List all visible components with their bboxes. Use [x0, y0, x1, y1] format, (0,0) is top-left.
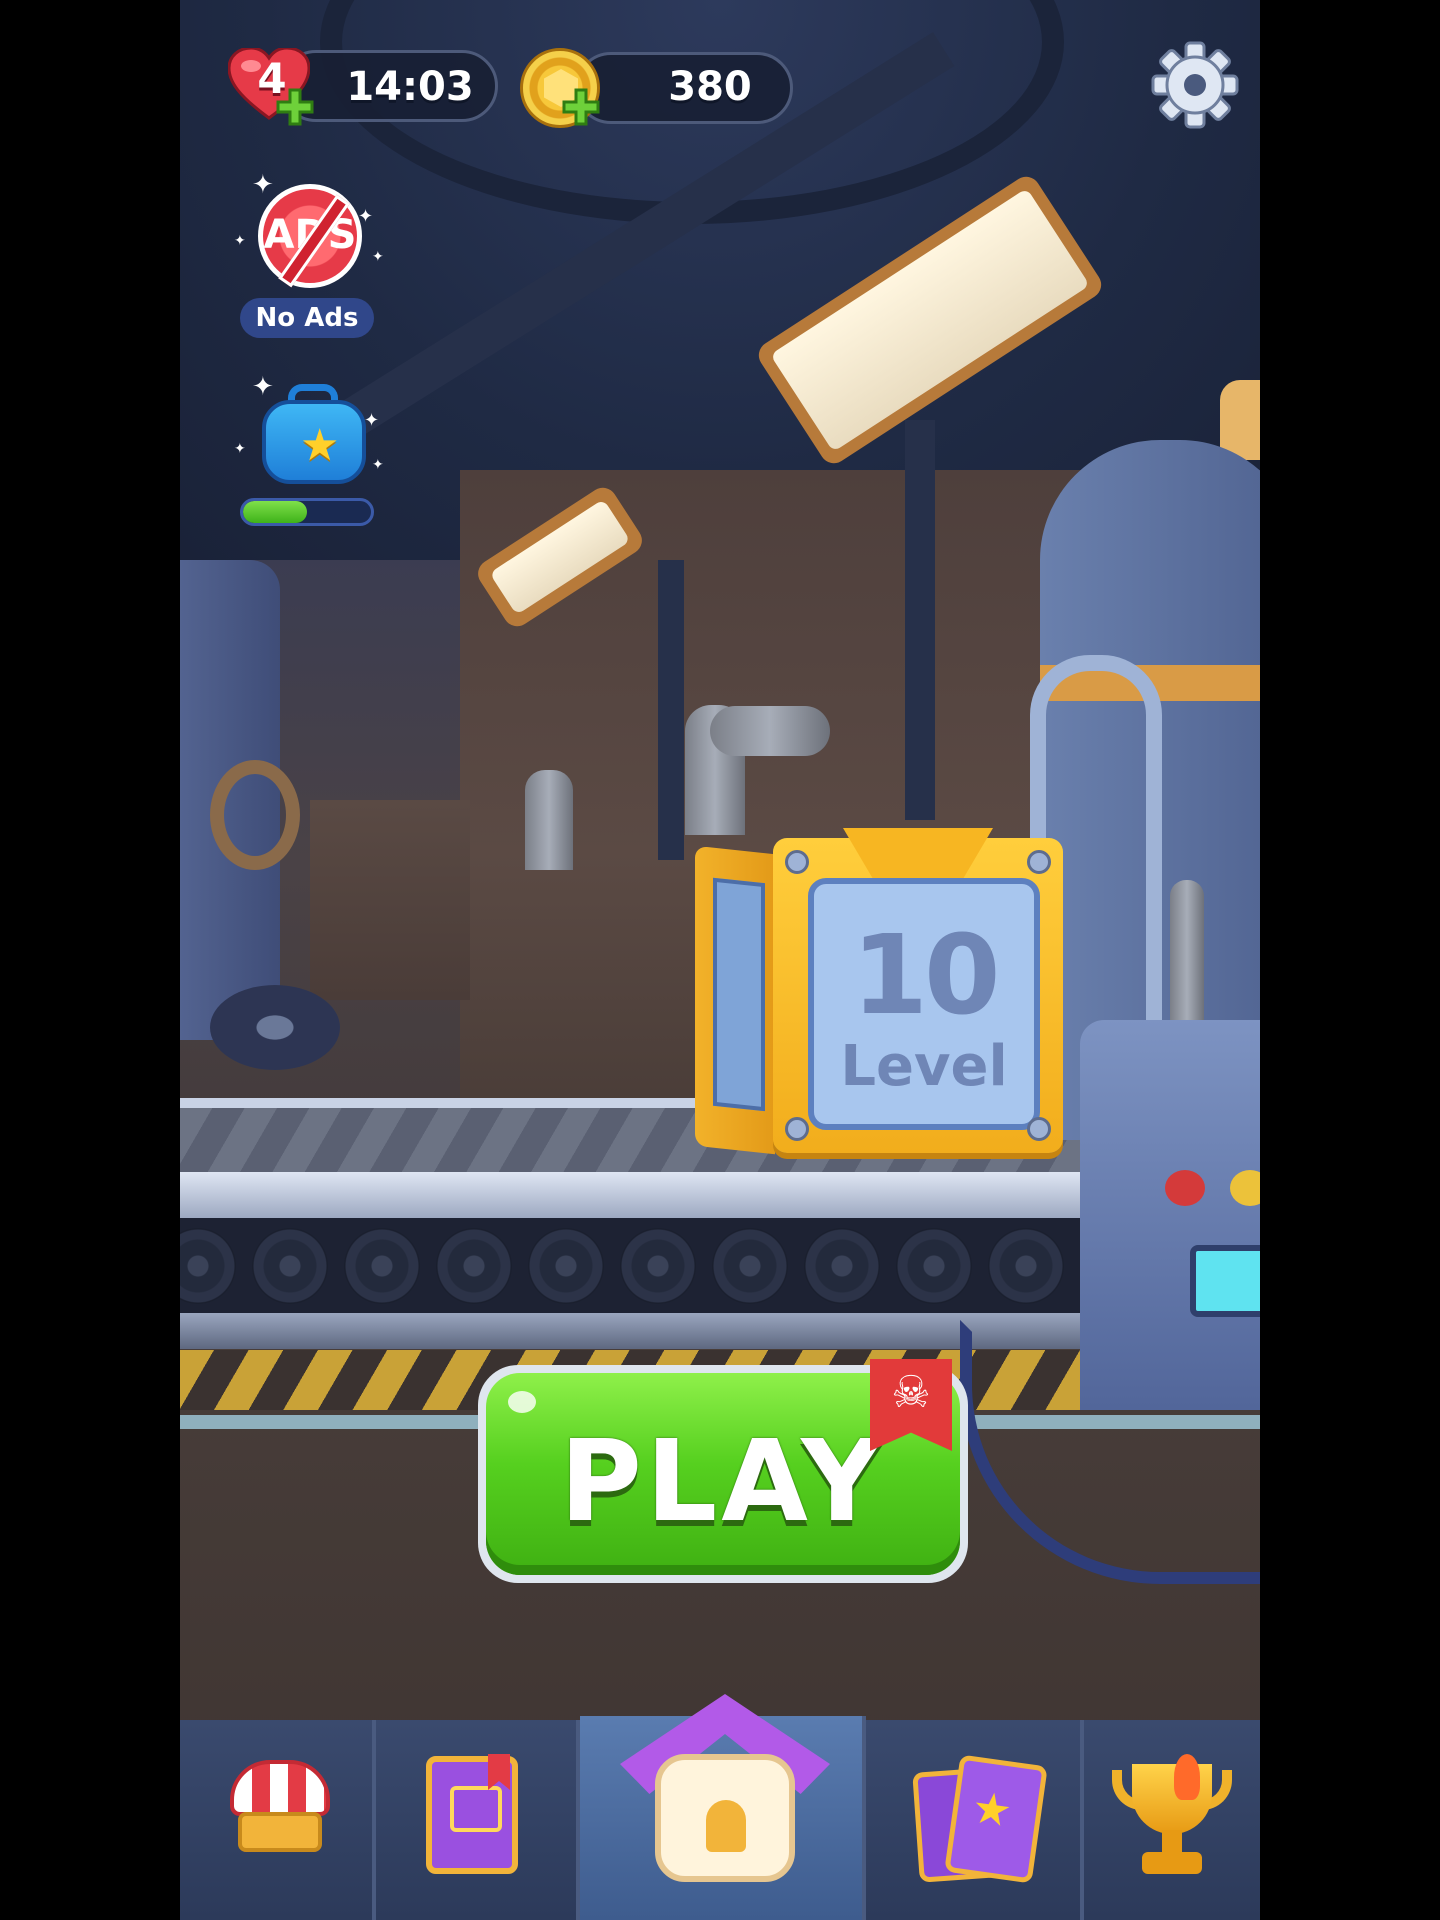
- chest-progress-bar: [240, 498, 374, 526]
- house-door: [706, 1800, 746, 1852]
- roller: [896, 1228, 972, 1304]
- cardboard-boxes: [310, 800, 470, 1000]
- cards-icon: ★: [912, 1754, 1048, 1884]
- crate-tab: [843, 828, 993, 884]
- bottom-nav: ★: [180, 1694, 1260, 1920]
- roller: [252, 1228, 328, 1304]
- trophy-base: [1142, 1852, 1202, 1874]
- level-label: Level: [840, 1034, 1008, 1099]
- nav-tab-home[interactable]: [580, 1694, 866, 1920]
- roller: [528, 1228, 604, 1304]
- star-icon: ★: [300, 420, 340, 471]
- machine-cap: [1220, 380, 1260, 460]
- life-timer: 14:03: [346, 64, 474, 110]
- pipe: [525, 770, 573, 870]
- nav-tab-cards[interactable]: ★: [866, 1720, 1084, 1920]
- coin-count: 380: [668, 64, 752, 110]
- shop-icon: [230, 1760, 330, 1816]
- add-lives-icon[interactable]: [276, 88, 314, 126]
- sparkle-icon: ✦: [252, 170, 274, 200]
- home-icon: [655, 1754, 795, 1882]
- sparkle-icon: ✦: [364, 410, 380, 431]
- sparkle-icon: ✦: [234, 233, 246, 249]
- roller: [804, 1228, 880, 1304]
- shop-counter: [238, 1812, 322, 1852]
- nav-tab-leaderboard[interactable]: [1084, 1720, 1260, 1920]
- roller: [988, 1228, 1064, 1304]
- conveyor-rail: [180, 1172, 1080, 1220]
- crate-face: 10 Level: [808, 878, 1040, 1130]
- rivet: [785, 1117, 809, 1141]
- tire: [210, 985, 340, 1070]
- flame-icon: [1174, 1754, 1200, 1800]
- star-icon: ★: [968, 1781, 1016, 1838]
- roller: [180, 1228, 236, 1304]
- trophy-stem: [1162, 1830, 1182, 1854]
- trophy-icon: [1132, 1764, 1212, 1834]
- add-coins-icon[interactable]: [562, 88, 600, 126]
- conveyor-rollers: [180, 1218, 1080, 1313]
- play-button[interactable]: PLAY ☠: [478, 1359, 968, 1583]
- sparkle-icon: ✦: [234, 441, 246, 457]
- sparkle-icon: ✦: [372, 249, 384, 265]
- red-button: [1165, 1170, 1205, 1206]
- chest-progress-fill: [243, 501, 307, 523]
- roller: [436, 1228, 512, 1304]
- sparkle-icon: ✦: [252, 372, 274, 402]
- bookmark-icon: [488, 1754, 510, 1790]
- album-icon: [426, 1754, 518, 1874]
- pipe: [710, 706, 830, 756]
- no-ads-offer[interactable]: ADS No Ads ✦ ✦ ✦ ✦: [234, 172, 384, 340]
- settings-gear-icon[interactable]: [1150, 40, 1240, 130]
- button-shine: [508, 1391, 536, 1413]
- rivet: [785, 850, 809, 874]
- roller: [712, 1228, 788, 1304]
- picture-icon: [450, 1786, 502, 1832]
- crate-side: [695, 845, 775, 1155]
- sparkle-icon: ✦: [372, 457, 384, 473]
- rivet: [1027, 1117, 1051, 1141]
- rivet: [1027, 850, 1051, 874]
- sparkle-icon: ✦: [358, 206, 374, 227]
- no-ads-label: No Ads: [240, 298, 374, 338]
- level-crate[interactable]: 10 Level: [695, 828, 1070, 1155]
- nav-tab-shop[interactable]: [180, 1720, 376, 1920]
- nav-tab-album[interactable]: [376, 1720, 580, 1920]
- roller: [620, 1228, 696, 1304]
- valve-wheel: [210, 760, 300, 870]
- wall-column: [658, 560, 684, 860]
- chest-reward[interactable]: ★ ✦ ✦ ✦ ✦: [234, 374, 384, 530]
- level-number: 10: [851, 911, 1000, 1039]
- game-screen: 10 Level 4 14:03 380 No Ads ✦ ✦ ✦ ✦ ★ ✦ …: [180, 0, 1260, 1920]
- conveyor-base: [180, 1313, 1080, 1349]
- panel-screen: [1190, 1245, 1260, 1317]
- roller: [344, 1228, 420, 1304]
- card-front: ★: [944, 1754, 1048, 1884]
- skull-icon: ☠: [891, 1367, 931, 1418]
- wall-column: [905, 420, 935, 820]
- crate-front: 10 Level: [773, 828, 1063, 1153]
